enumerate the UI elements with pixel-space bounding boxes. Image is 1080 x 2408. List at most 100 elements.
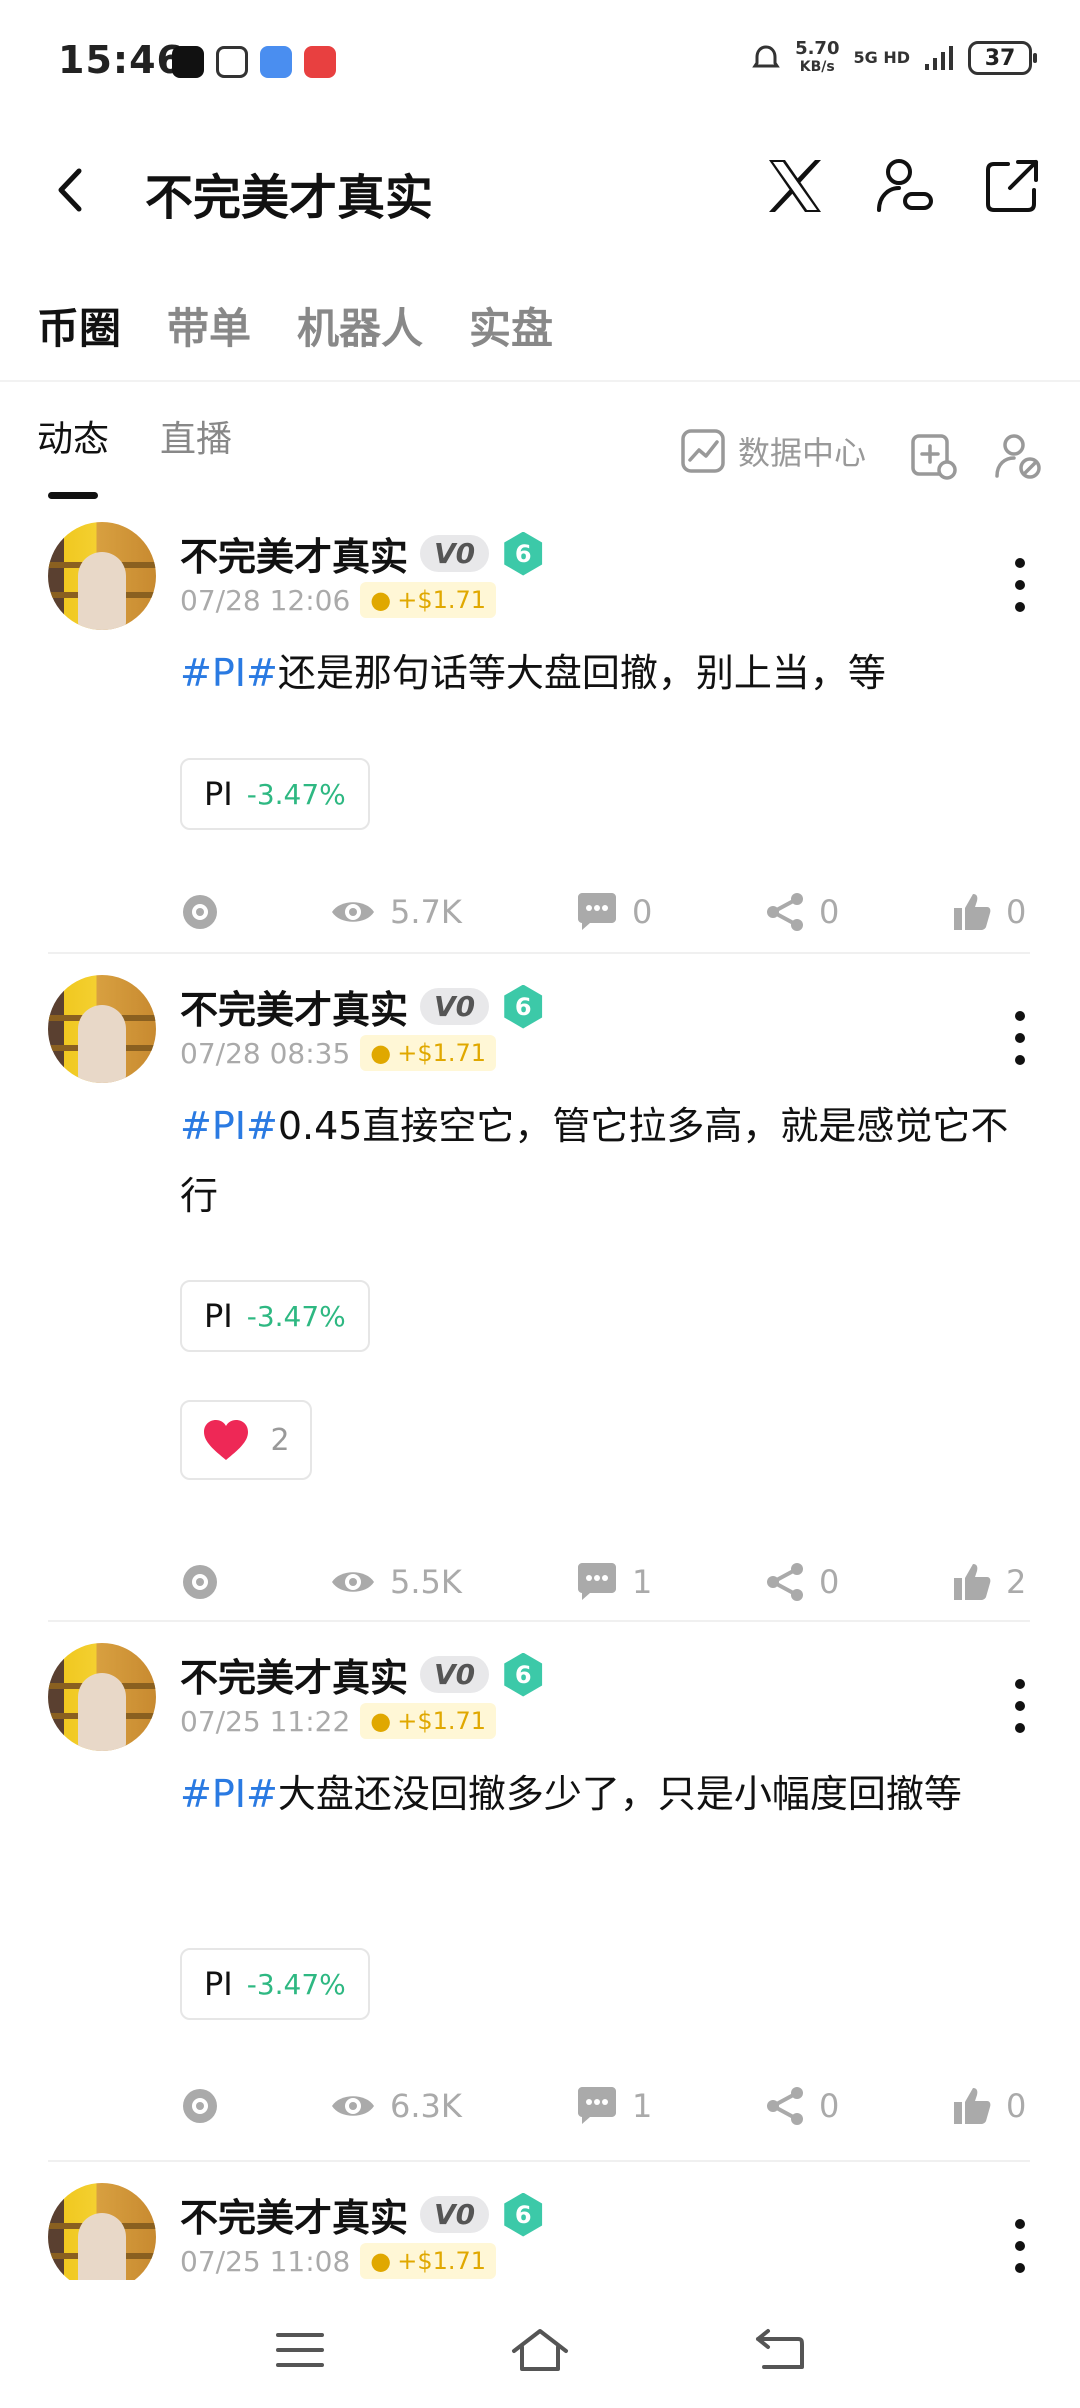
avatar[interactable] (48, 2183, 156, 2280)
vip-badge: V0 (420, 1656, 490, 1693)
tip-reward-badge: ● +$1.71 (360, 2243, 497, 2279)
follow-user-button[interactable] (855, 136, 955, 236)
comment-icon (578, 893, 616, 930)
post-meta: 07/25 11:08 ● +$1.71 (180, 2243, 497, 2279)
repost-button[interactable] (180, 882, 220, 942)
divider (48, 1620, 1030, 1622)
divider (48, 952, 1030, 954)
views-count: 5.7K (330, 882, 462, 942)
data-center-button[interactable]: 数据中心 (680, 428, 866, 474)
external-share-button[interactable] (962, 136, 1062, 236)
divider (48, 2160, 1030, 2162)
dot (1015, 2263, 1025, 2273)
level-badge: 6 (504, 2192, 543, 2237)
coin-stack-icon: ● (370, 586, 392, 614)
net-speed: 5.70 KB/s (795, 38, 840, 76)
tab-live[interactable]: 直播 (160, 410, 232, 462)
like-button[interactable]: 2 (952, 1552, 1026, 1612)
views-count: 5.5K (330, 1552, 462, 1612)
back-nav-button[interactable] (740, 2310, 820, 2390)
vip-badge: V0 (420, 2196, 490, 2233)
header: 不完美才真实 (0, 130, 1080, 250)
avatar[interactable] (48, 1643, 156, 1751)
chevron-left-icon (58, 168, 82, 212)
like-button[interactable]: 0 (952, 882, 1026, 942)
add-settings-icon (911, 434, 957, 480)
repost-button[interactable] (180, 2076, 220, 2136)
author-name[interactable]: 不完美才真实 (180, 2187, 408, 2242)
comment-button[interactable]: 1 (576, 1552, 652, 1612)
thumbs-up-icon (954, 1564, 991, 1600)
tab-bots[interactable]: 机器人 (297, 295, 423, 356)
author-name[interactable]: 不完美才真实 (180, 526, 408, 581)
avatar[interactable] (48, 522, 156, 630)
post-card: 不完美才真实 V0 6 07/25 11:08 ● +$1.71 (0, 2163, 1080, 2280)
hashtag[interactable]: #PI# (180, 1772, 278, 1816)
avatar[interactable] (48, 975, 156, 1083)
status-time: 15:46 (58, 38, 184, 82)
tab-coin-circle[interactable]: 币圈 (37, 295, 121, 356)
share-button[interactable]: 0 (765, 1552, 839, 1612)
more-options-button[interactable] (1000, 1671, 1040, 1741)
eye-icon (332, 1572, 374, 1592)
back-arrow-icon (756, 2329, 804, 2369)
author-name[interactable]: 不完美才真实 (180, 979, 408, 1034)
hashtag[interactable]: #PI# (180, 651, 278, 695)
home-button[interactable] (500, 2310, 580, 2390)
sub-tabs: 动态 直播 数据中心 (0, 400, 1080, 510)
tab-feed[interactable]: 动态 (37, 410, 109, 462)
dot (1015, 1033, 1025, 1043)
back-button[interactable] (40, 150, 100, 230)
tab-copy-trading[interactable]: 带单 (167, 295, 251, 356)
tab-live-trading[interactable]: 实盘 (469, 295, 553, 356)
menu-button[interactable] (260, 2310, 340, 2390)
dot (1015, 1679, 1025, 1689)
coin-chip[interactable]: PI -3.47% (180, 1948, 370, 2020)
dot (1015, 558, 1025, 568)
battery-indicator: 37 (968, 41, 1037, 75)
tip-reward-badge: ● +$1.71 (360, 1035, 497, 1071)
author-name[interactable]: 不完美才真实 (180, 1647, 408, 1702)
coin-chip[interactable]: PI -3.47% (180, 1280, 370, 1352)
more-options-button[interactable] (1000, 550, 1040, 620)
post-card: 不完美才真实 V0 6 07/28 08:35 ● +$1.71 #PI#0.45… (0, 955, 1080, 1623)
post-feed[interactable]: 不完美才真实 V0 6 07/28 12:06 ● +$1.71 #PI#还是那句… (0, 510, 1080, 2280)
comment-button[interactable]: 0 (576, 882, 652, 942)
status-bar: 15:46 5.70 KB/s 5G HD 37 (0, 0, 1080, 130)
share-button[interactable]: 0 (765, 882, 839, 942)
user-block-button[interactable] (990, 428, 1046, 484)
repost-icon (183, 1565, 217, 1599)
app-notification-icon (304, 46, 336, 78)
post-card: 不完美才真实 V0 6 07/25 11:22 ● +$1.71 #PI#大盘还没… (0, 1623, 1080, 2163)
more-options-button[interactable] (1000, 2211, 1040, 2280)
tip-reward-badge: ● +$1.71 (360, 582, 497, 618)
post-actions: 5.7K 0 0 0 (180, 882, 1040, 942)
post-text: #PI#还是那句话等大盘回撤，别上当，等 (180, 651, 886, 695)
reaction-chip[interactable]: 2 (180, 1400, 312, 1480)
level-badge: 6 (504, 984, 543, 1029)
data-center-label: 数据中心 (738, 434, 867, 472)
tip-reward-badge: ● +$1.71 (360, 1703, 497, 1739)
repost-button[interactable] (180, 1552, 220, 1612)
add-watch-button[interactable] (905, 428, 961, 484)
post-actions: 5.5K 1 0 2 (180, 1552, 1040, 1612)
share-icon (767, 1563, 803, 1601)
post-author-row: 不完美才真实 V0 6 (180, 1647, 545, 1702)
system-nav-bar (0, 2290, 1080, 2408)
coin-stack-icon: ● (370, 1039, 392, 1067)
status-app-icons (172, 46, 336, 78)
post-time: 07/25 11:22 (180, 1704, 351, 1738)
level-badge: 6 (504, 531, 543, 576)
dot (1015, 1011, 1025, 1021)
hashtag[interactable]: #PI# (180, 1104, 278, 1148)
dot (1015, 1055, 1025, 1065)
comment-button[interactable]: 1 (576, 2076, 652, 2136)
thumbs-up-icon (954, 2088, 991, 2124)
coin-chip[interactable]: PI -3.47% (180, 758, 370, 830)
page-title: 不完美才真实 (145, 170, 434, 226)
like-button[interactable]: 0 (952, 2076, 1026, 2136)
x-share-button[interactable] (745, 136, 845, 236)
share-button[interactable]: 0 (765, 2076, 839, 2136)
share-external-icon (986, 160, 1038, 212)
more-options-button[interactable] (1000, 1003, 1040, 1073)
